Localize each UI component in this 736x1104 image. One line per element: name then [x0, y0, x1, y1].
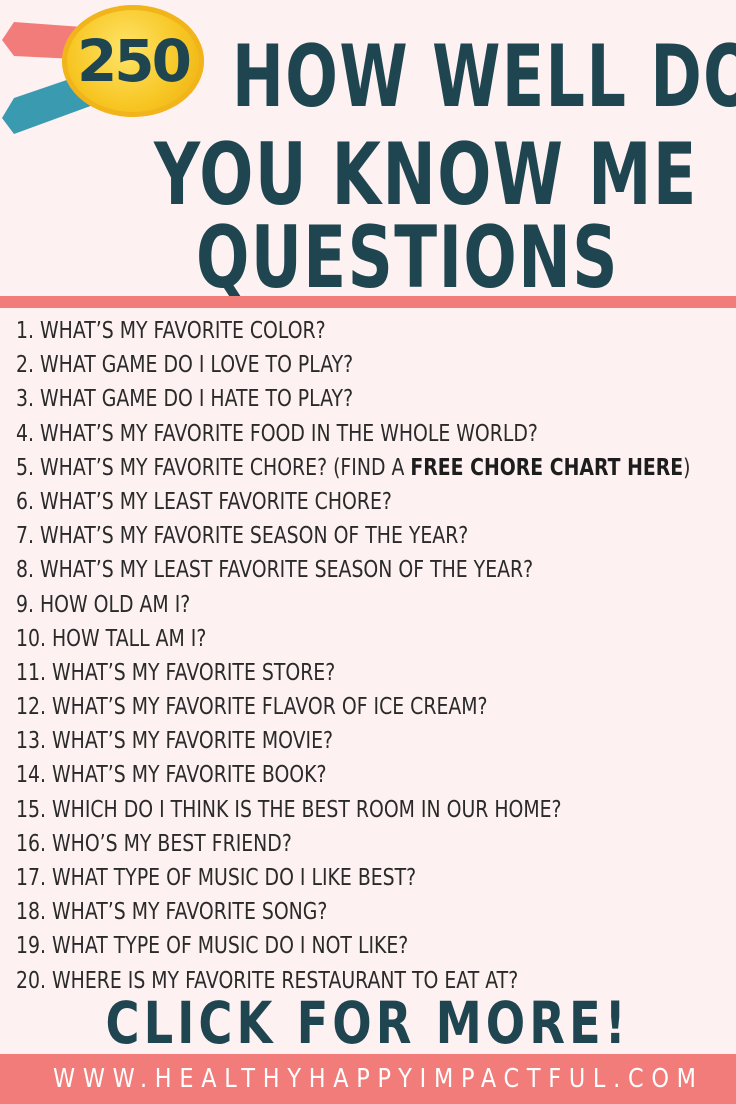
question-item: 1. WHAT’S MY FAVORITE COLOR? [16, 318, 326, 344]
website-url[interactable]: WWW.HEALTHYHAPPYIMPACTFUL.COM [0, 1054, 736, 1104]
question-item: 10. HOW TALL AM I? [16, 625, 207, 652]
question-item: 16. WHO’S MY BEST FRIEND? [16, 830, 292, 857]
question-item: 19. WHAT TYPE OF MUSIC DO I NOT LIKE? [16, 933, 409, 960]
question-item: 12. WHAT’S MY FAVORITE FLAVOR OF ICE CRE… [16, 694, 488, 721]
question-item: 14. WHAT’S MY FAVORITE BOOK? [16, 762, 327, 789]
question-item: 18. WHAT’S MY FAVORITE SONG? [16, 899, 328, 926]
question-item: 13. WHAT’S MY FAVORITE MOVIE? [16, 728, 334, 755]
top-divider [0, 296, 736, 308]
question-item: 3. WHAT GAME DO I HATE TO PLAY? [16, 386, 354, 413]
badge-number: 250 [76, 27, 192, 95]
question-item: 8. WHAT’S MY LEAST FAVORITE SEASON OF TH… [16, 557, 534, 584]
question-item: 15. WHICH DO I THINK IS THE BEST ROOM IN… [16, 796, 562, 823]
question-item: 11. WHAT’S MY FAVORITE STORE? [16, 659, 336, 686]
question-item: 6. WHAT’S MY LEAST FAVORITE CHORE? [16, 488, 392, 515]
click-for-more-link[interactable]: CLICK FOR MORE! [0, 994, 736, 1052]
question-item: 9. HOW OLD AM I? [16, 591, 191, 618]
question-item: 17. WHAT TYPE OF MUSIC DO I LIKE BEST? [16, 865, 417, 891]
header: 250 HOW WELL DO YOU KNOW ME QUESTIONS [0, 0, 736, 301]
title-line-1: HOW WELL DO [232, 27, 736, 127]
question-item: 7. WHAT’S MY FAVORITE SEASON OF THE YEAR… [16, 523, 469, 550]
questions-list: 1. WHAT’S MY FAVORITE COLOR? 2. WHAT GAM… [16, 314, 736, 998]
question-item: 5. WHAT’S MY FAVORITE CHORE? (FIND A FRE… [16, 454, 691, 481]
question-item: 2. WHAT GAME DO I LOVE TO PLAY? [16, 352, 354, 379]
footer-bar: WWW.HEALTHYHAPPYIMPACTFUL.COM [0, 1054, 736, 1104]
title-line-3: QUESTIONS [196, 208, 619, 308]
title-line-2: YOU KNOW ME [154, 125, 698, 225]
question-item: 4. WHAT’S MY FAVORITE FOOD IN THE WHOLE … [16, 420, 538, 447]
chore-chart-link[interactable]: FREE CHORE CHART HERE [410, 455, 683, 481]
